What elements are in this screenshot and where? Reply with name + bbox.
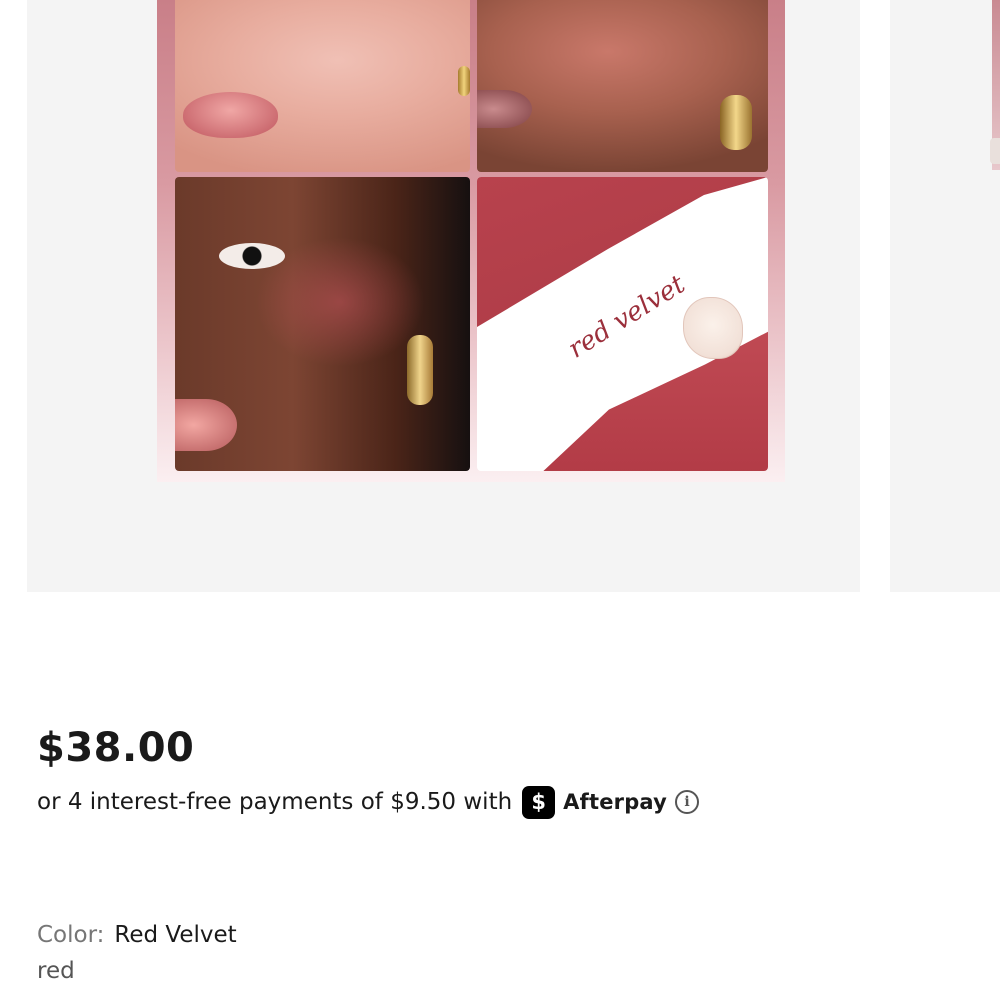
earring (407, 335, 433, 405)
product-image-carousel[interactable]: red velvet (0, 0, 1000, 592)
next-product-image-peek[interactable] (890, 0, 1000, 592)
afterpay-installments: or 4 interest-free payments of $9.50 wit… (37, 785, 700, 819)
product-price: $38.00 (37, 725, 195, 771)
shade-name-script: red velvet (563, 269, 691, 365)
earring (720, 95, 752, 150)
model-photo-3 (175, 177, 470, 471)
afterpay-name: Afterpay (563, 790, 668, 814)
product-collage-image: red velvet (157, 0, 785, 482)
cupid-illustration (683, 297, 743, 359)
color-sub-value: red (37, 958, 75, 984)
installments-text: or 4 interest-free payments of $9.50 wit… (37, 789, 513, 815)
model-photo-1 (175, 0, 470, 172)
earring (458, 66, 470, 96)
info-icon[interactable]: i (675, 790, 700, 814)
color-selection: Color: Red Velvet (37, 922, 237, 948)
swatch-photo: red velvet (477, 177, 768, 471)
model-lips (477, 90, 532, 128)
model-photo-2 (477, 0, 768, 172)
model-eye (219, 243, 285, 269)
product-image-slide[interactable]: red velvet (27, 0, 860, 592)
product-page: red velvet $38.00 or 4 interest-free pay… (0, 0, 1000, 1000)
afterpay-logo-icon: $ (522, 785, 556, 819)
model-lips (175, 399, 237, 451)
next-image-detail (990, 138, 1000, 164)
color-label: Color: (37, 922, 105, 948)
model-lips (183, 92, 278, 138)
color-value: Red Velvet (114, 922, 237, 948)
